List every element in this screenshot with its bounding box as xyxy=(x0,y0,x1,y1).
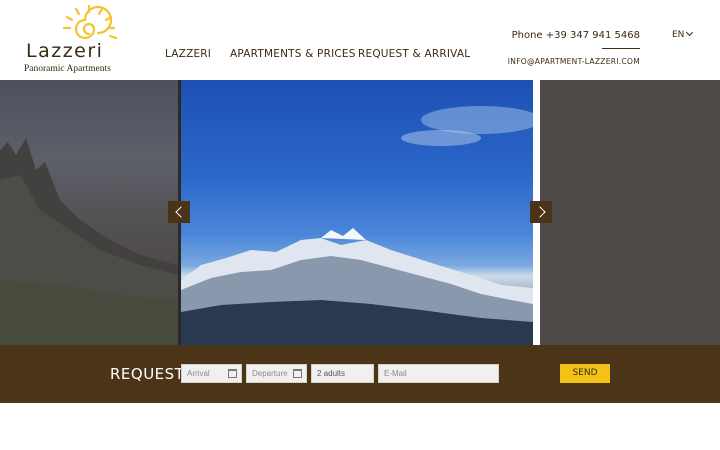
contact-email[interactable]: INFO@APARTMENT-LAZZERI.COM xyxy=(508,57,640,66)
request-label: REQUEST: xyxy=(110,365,189,383)
image-slider xyxy=(0,80,720,345)
language-selector[interactable]: EN xyxy=(672,28,694,40)
contact-phone[interactable]: Phone +39 347 941 5468 xyxy=(512,30,640,41)
departure-placeholder: Departure xyxy=(252,369,288,378)
logo[interactable]: Lazzeri Panoramic Apartments xyxy=(22,4,118,76)
brand-tagline: Panoramic Apartments xyxy=(24,64,111,74)
quick-request-bar: REQUEST: Arrival Departure 2 adults E-Ma… xyxy=(0,345,720,403)
slider-next-button[interactable] xyxy=(530,201,552,223)
nav-item-lazzeri[interactable]: LAZZERI xyxy=(165,48,211,60)
arrival-placeholder: Arrival xyxy=(187,369,210,378)
slide-dim-overlay xyxy=(0,80,178,345)
guests-value: 2 adults xyxy=(317,369,346,378)
nav-item-apartments-prices[interactable]: APARTMENTS & PRICES xyxy=(230,48,356,60)
arrival-date-field[interactable]: Arrival xyxy=(181,364,242,383)
departure-date-field[interactable]: Departure xyxy=(246,364,307,383)
guests-select[interactable]: 2 adults xyxy=(311,364,374,383)
slide-previous-image xyxy=(0,80,178,345)
slider-prev-button[interactable] xyxy=(168,201,190,223)
email-field[interactable]: E-Mail xyxy=(378,364,499,383)
contact-divider xyxy=(602,48,640,49)
chevron-down-icon xyxy=(686,28,694,37)
email-placeholder: E-Mail xyxy=(384,369,407,378)
brand-name: Lazzeri xyxy=(26,40,104,62)
snowy-mountain-image xyxy=(181,106,541,345)
slide-current-image xyxy=(181,80,541,345)
calendar-icon[interactable] xyxy=(293,369,302,378)
nav-item-request-arrival[interactable]: REQUEST & ARRIVAL xyxy=(358,48,470,60)
language-label: EN xyxy=(672,30,685,40)
slide-next-image xyxy=(540,80,720,345)
site-header: Lazzeri Panoramic Apartments LAZZERI APA… xyxy=(0,0,720,80)
calendar-icon[interactable] xyxy=(228,369,237,378)
send-button[interactable]: SEND xyxy=(560,364,610,383)
